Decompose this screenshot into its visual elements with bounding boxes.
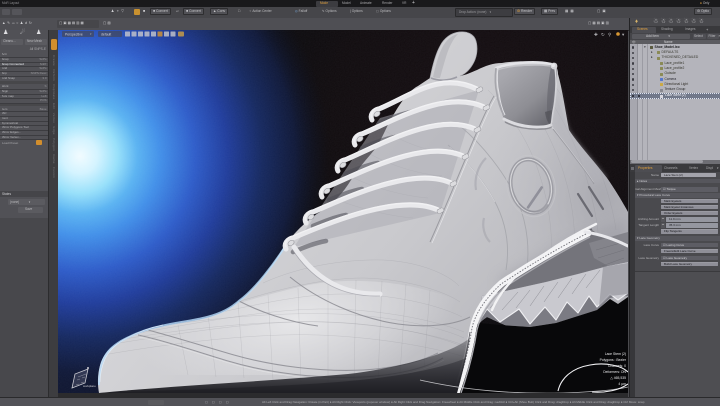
svg-text:workplane: workplane xyxy=(83,384,96,388)
svg-text:↻: ↻ xyxy=(601,32,605,37)
svg-text:Lace Stem (2): Lace Stem (2) xyxy=(605,352,626,356)
svg-text:Deformers: ON: Deformers: ON xyxy=(603,370,626,374)
svg-text:△ 465,535: △ 465,535 xyxy=(610,376,626,380)
svg-text:Polygons : Bezier: Polygons : Bezier xyxy=(600,358,627,362)
svg-text:Perspective: Perspective xyxy=(65,32,83,36)
svg-text:default: default xyxy=(101,32,111,36)
svg-text:✚: ✚ xyxy=(594,32,598,37)
svg-text:4 µm: 4 µm xyxy=(618,382,626,386)
svg-text:Channels: 0: Channels: 0 xyxy=(608,364,626,368)
